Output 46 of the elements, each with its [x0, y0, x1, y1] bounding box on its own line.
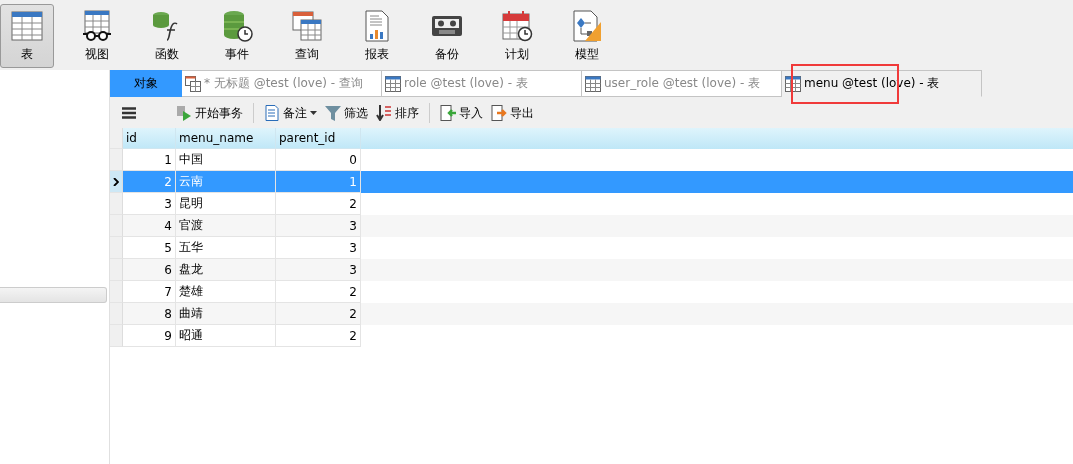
table-row[interactable]: 8 曲靖 2: [110, 303, 1073, 325]
menu-icon: [122, 107, 136, 119]
table-cell: 9: [123, 325, 176, 347]
calendar-clock-icon: [501, 9, 533, 42]
tab[interactable]: role @test (love) - 表: [382, 70, 582, 97]
tab[interactable]: 对象: [110, 70, 182, 97]
toolbar-button[interactable]: 函数: [140, 4, 194, 68]
tables-icon: [291, 9, 323, 42]
toolbar-button[interactable]: 报表: [350, 4, 404, 68]
table-icon: [385, 75, 401, 92]
table-icon: [11, 9, 43, 42]
toolbar-button[interactable]: 开始事务: [174, 102, 245, 124]
tab-label: user_role @test (love) - 表: [604, 75, 761, 92]
tab-label: role @test (love) - 表: [404, 75, 528, 92]
current-row-icon: [113, 177, 119, 186]
table-cell: 2: [276, 325, 361, 347]
tab[interactable]: user_role @test (love) - 表: [582, 70, 782, 97]
tab-label: * 无标题 @test (love) - 查询: [204, 75, 363, 92]
diagram-document-icon: [571, 9, 603, 42]
toolbar-button[interactable]: 备注: [262, 102, 319, 124]
table-row[interactable]: 6 盘龙 3: [110, 259, 1073, 281]
query-table-icon: [185, 75, 201, 92]
export-icon: [491, 105, 507, 121]
toolbar-button[interactable]: 视图: [70, 4, 124, 68]
table-row[interactable]: 4 官渡 3: [110, 215, 1073, 237]
toolbar-button[interactable]: 导出: [489, 102, 536, 124]
table-cell: 昭通: [176, 325, 276, 347]
database-clock-icon: [221, 9, 253, 42]
play-icon: [176, 105, 192, 121]
toolbar-button[interactable]: 备份: [420, 4, 474, 68]
filter-icon: [325, 105, 341, 121]
toolbar-button[interactable]: 查询: [280, 4, 334, 68]
toolbar-button[interactable]: 排序: [374, 102, 421, 124]
import-icon: [440, 105, 456, 121]
caret-icon: [310, 111, 317, 115]
tab[interactable]: * 无标题 @test (love) - 查询: [182, 70, 382, 97]
toolbar-button[interactable]: 筛选: [323, 102, 370, 124]
toolbar-button[interactable]: 模型: [560, 4, 614, 68]
table-icon: [585, 75, 601, 92]
sort-icon: [376, 105, 392, 121]
toolbar-button[interactable]: 计划: [490, 4, 544, 68]
toolbar-button[interactable]: 事件: [210, 4, 264, 68]
glasses-table-icon: [81, 9, 113, 42]
document-icon: [264, 105, 280, 121]
toolbar-button[interactable]: 导入: [438, 102, 485, 124]
toolbar-button[interactable]: 表: [0, 4, 54, 68]
